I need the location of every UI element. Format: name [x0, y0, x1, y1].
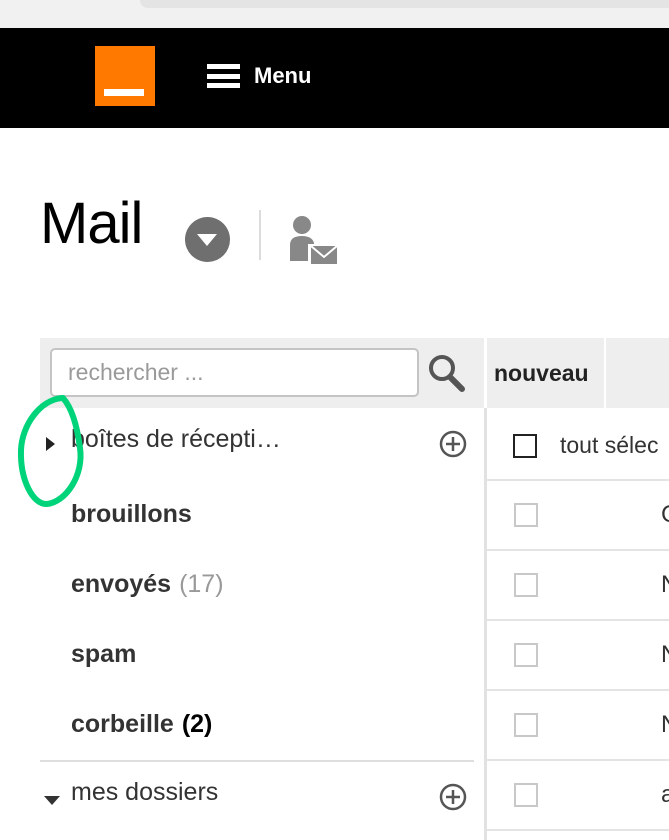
- folder-drafts-label: brouillons: [71, 500, 192, 528]
- folder-trash-text: corbeille (2): [71, 710, 212, 739]
- folder-trash-count: (2): [181, 710, 213, 738]
- message-row[interactable]: N: [487, 691, 669, 761]
- message-row[interactable]: a: [487, 761, 669, 831]
- search-bar: [40, 338, 484, 408]
- message-snippet: a: [661, 781, 669, 808]
- folder-sent-count: (17): [179, 570, 224, 598]
- title-divider: [259, 210, 261, 260]
- contact-mail-icon[interactable]: [288, 213, 340, 267]
- add-circle-icon[interactable]: [439, 430, 467, 458]
- new-message-button[interactable]: nouveau: [487, 338, 605, 408]
- message-checkbox[interactable]: [514, 503, 538, 527]
- message-checkbox[interactable]: [514, 643, 538, 667]
- triangle-right-icon[interactable]: [46, 437, 55, 451]
- triangle-down-icon[interactable]: [44, 796, 60, 805]
- search-icon[interactable]: [427, 352, 467, 394]
- toolbar-divider: [604, 338, 606, 408]
- logo-bar: [104, 89, 144, 96]
- orange-logo[interactable]: [95, 46, 155, 106]
- message-snippet: N: [661, 711, 669, 739]
- message-row[interactable]: N: [487, 621, 669, 691]
- folder-trash-label: corbeille: [71, 710, 174, 738]
- message-snippet: C: [661, 501, 669, 529]
- menu-button[interactable]: Menu: [207, 58, 311, 94]
- message-checkbox[interactable]: [514, 783, 538, 807]
- my-folders-label: mes dossiers: [71, 778, 219, 806]
- search-input[interactable]: [50, 348, 419, 397]
- add-folder-icon[interactable]: [439, 783, 467, 811]
- select-all-row: tout sélec: [487, 408, 669, 481]
- message-checkbox[interactable]: [514, 573, 538, 597]
- message-row[interactable]: N: [487, 551, 669, 621]
- message-checkbox[interactable]: [514, 713, 538, 737]
- select-all-checkbox[interactable]: [513, 434, 537, 458]
- hamburger-icon: [207, 62, 240, 90]
- folder-sent[interactable]: envoyés (17): [40, 553, 485, 619]
- folder-inbox[interactable]: boîtes de récepti…: [40, 408, 485, 474]
- folder-sent-text: envoyés (17): [71, 570, 224, 599]
- page-title: Mail: [40, 191, 143, 256]
- message-snippet: N: [661, 641, 669, 669]
- account-dropdown-icon[interactable]: [185, 217, 230, 262]
- folder-spam[interactable]: spam: [40, 623, 485, 689]
- folder-sent-label: envoyés: [71, 570, 172, 598]
- folder-trash[interactable]: corbeille (2): [40, 693, 485, 759]
- top-navigation-bar: Menu: [0, 28, 669, 128]
- message-row[interactable]: C: [487, 481, 669, 551]
- browser-address-bar[interactable]: [140, 0, 669, 8]
- select-all-label: tout sélec: [560, 432, 659, 458]
- folder-spam-label: spam: [71, 640, 137, 668]
- menu-label: Menu: [254, 63, 312, 88]
- folder-section-divider: [40, 760, 474, 762]
- folder-inbox-label: boîtes de récepti…: [71, 425, 281, 453]
- message-snippet: N: [661, 571, 669, 599]
- message-toolbar: nouveau: [487, 338, 669, 408]
- folder-drafts[interactable]: brouillons: [40, 483, 485, 549]
- my-folders-header[interactable]: mes dossiers: [40, 763, 485, 829]
- browser-top-strip: [0, 0, 669, 28]
